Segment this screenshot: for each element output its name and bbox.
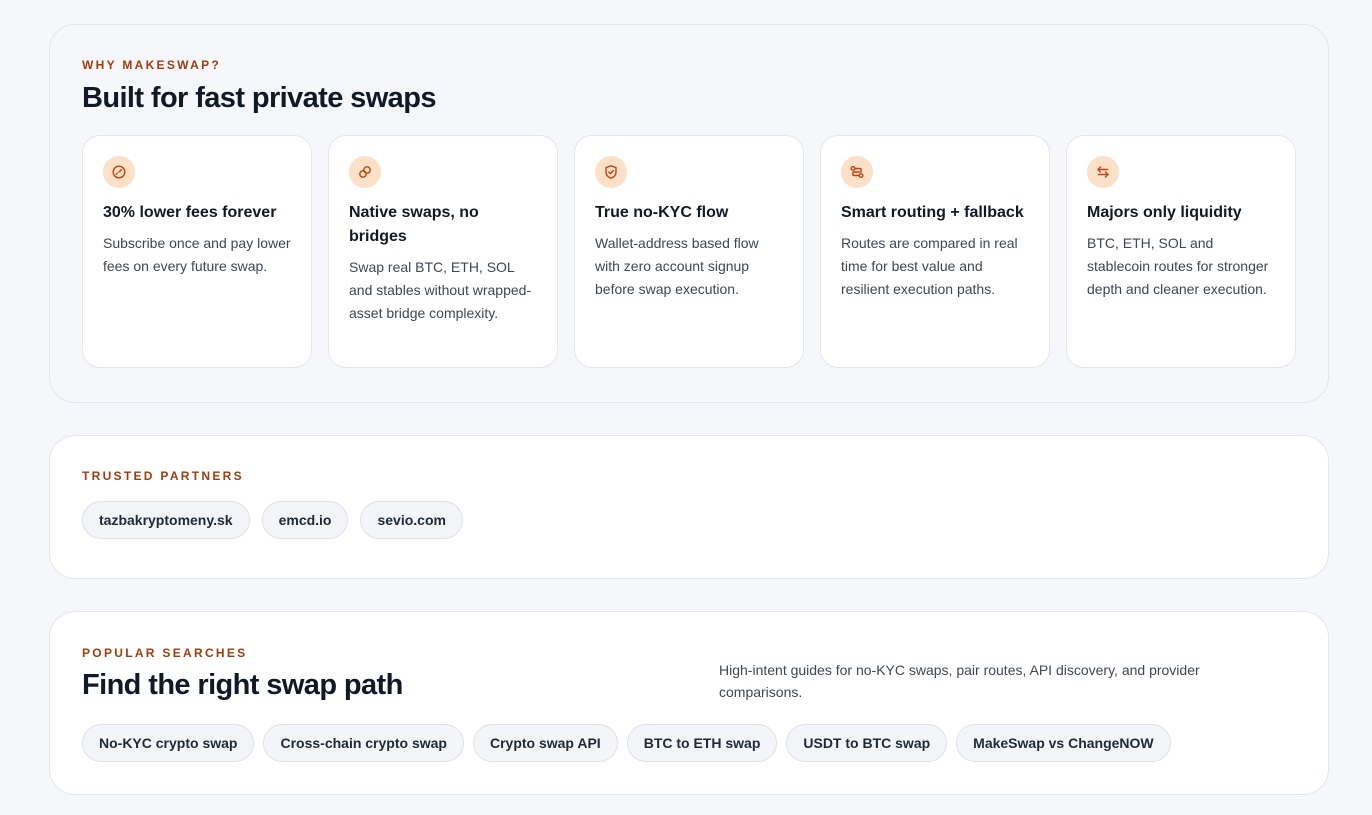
popular-heading: Find the right swap path — [82, 669, 403, 701]
why-heading: Built for fast private swaps — [82, 82, 436, 114]
feature-card-no-kyc: True no-KYC flow Wallet-address based fl… — [574, 135, 804, 368]
feature-card-desc: Wallet-address based flow with zero acco… — [595, 235, 759, 297]
feature-card-title: Majors only liquidity — [1087, 204, 1242, 221]
partner-list: tazbakryptomeny.sk emcd.io sevio.com — [82, 501, 1296, 539]
partners-eyebrow: TRUSTED PARTNERS — [82, 469, 244, 483]
partner-chip-emcd[interactable]: emcd.io — [261, 501, 349, 539]
popular-description: High-intent guides for no-KYC swaps, pai… — [719, 662, 1200, 700]
popular-searches-section: POPULAR SEARCHES Find the right swap pat… — [49, 611, 1329, 795]
popular-heading-group: POPULAR SEARCHES Find the right swap pat… — [82, 646, 403, 703]
why-makeswap-section: WHY MAKESWAP? Built for fast private swa… — [49, 24, 1329, 403]
route-icon — [841, 156, 873, 188]
feature-card-smart-routing: Smart routing + fallback Routes are comp… — [820, 135, 1050, 368]
feature-card-title: Native swaps, no bridges — [349, 204, 479, 245]
feature-card-title: 30% lower fees forever — [103, 204, 277, 221]
trusted-partners-section: TRUSTED PARTNERS tazbakryptomeny.sk emcd… — [49, 435, 1329, 579]
why-eyebrow: WHY MAKESWAP? — [82, 58, 222, 72]
feature-card-desc: Routes are compared in real time for bes… — [841, 235, 1018, 297]
popular-eyebrow: POPULAR SEARCHES — [82, 646, 248, 660]
link-icon — [349, 156, 381, 188]
popular-header: POPULAR SEARCHES Find the right swap pat… — [82, 646, 1296, 703]
feature-cards: 30% lower fees forever Subscribe once an… — [82, 135, 1296, 368]
shield-check-icon — [595, 156, 627, 188]
search-link-no-kyc-swap[interactable]: No-KYC crypto swap — [82, 724, 255, 762]
search-link-vs-changenow[interactable]: MakeSwap vs ChangeNOW — [956, 724, 1171, 762]
swap-arrows-icon — [1087, 156, 1119, 188]
feature-card-majors-liquidity: Majors only liquidity BTC, ETH, SOL and … — [1066, 135, 1296, 368]
feature-card-title: Smart routing + fallback — [841, 204, 1024, 221]
search-link-cross-chain-swap[interactable]: Cross-chain crypto swap — [263, 724, 464, 762]
feature-card-lower-fees: 30% lower fees forever Subscribe once an… — [82, 135, 312, 368]
feature-card-desc: Swap real BTC, ETH, SOL and stables with… — [349, 259, 532, 321]
gauge-icon — [103, 156, 135, 188]
popular-search-links: No-KYC crypto swap Cross-chain crypto sw… — [82, 724, 1296, 762]
feature-card-desc: Subscribe once and pay lower fees on eve… — [103, 235, 291, 274]
search-link-btc-to-eth[interactable]: BTC to ETH swap — [626, 724, 778, 762]
partner-chip-sevio[interactable]: sevio.com — [360, 501, 463, 539]
feature-card-native-swaps: Native swaps, no bridges Swap real BTC, … — [328, 135, 558, 368]
feature-card-desc: BTC, ETH, SOL and stablecoin routes for … — [1087, 235, 1269, 297]
search-link-swap-api[interactable]: Crypto swap API — [472, 724, 618, 762]
partner-chip-tazbakryptomeny[interactable]: tazbakryptomeny.sk — [82, 501, 250, 539]
feature-card-title: True no-KYC flow — [595, 204, 729, 221]
search-link-usdt-to-btc[interactable]: USDT to BTC swap — [786, 724, 948, 762]
